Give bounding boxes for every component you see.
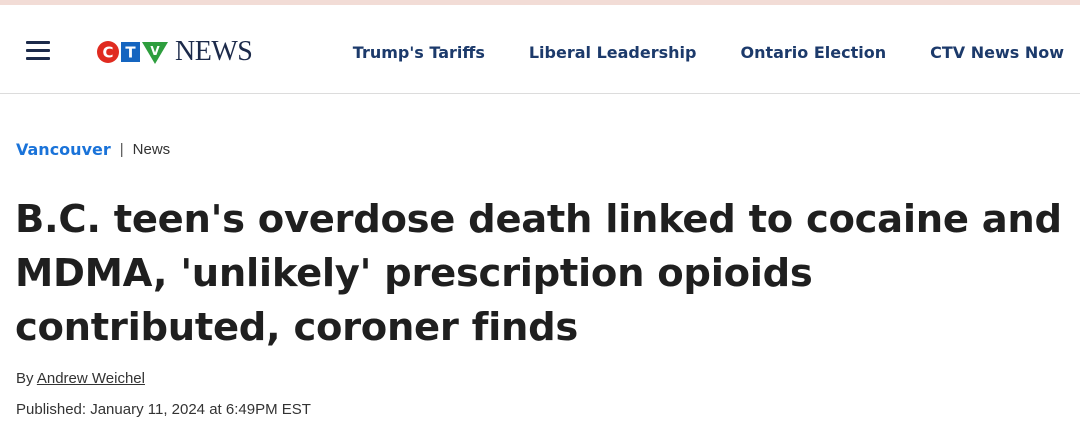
breadcrumb-subsection-link[interactable]: News — [133, 141, 171, 158]
logo-wordmark: NEWS — [175, 36, 253, 67]
logo-letter-c: C — [102, 44, 113, 62]
logo-letter-v: V — [150, 44, 160, 58]
site-header: C T V NEWS Trump's Tariffs Liberal Leade… — [0, 5, 1080, 94]
article-byline: By Andrew Weichel — [16, 370, 145, 387]
ctv-logo-mark: C T V — [97, 41, 168, 64]
nav-link-ctv-news-now[interactable]: CTV News Now — [930, 43, 1064, 62]
breadcrumb-section-link[interactable]: Vancouver — [16, 140, 111, 159]
author-link[interactable]: Andrew Weichel — [37, 370, 145, 387]
top-nav: Trump's Tariffs Liberal Leadership Ontar… — [353, 43, 1064, 62]
breadcrumb: Vancouver | News — [16, 140, 170, 159]
byline-prefix: By — [16, 370, 34, 387]
logo-letter-t: T — [125, 44, 136, 62]
nav-link-ontario-election[interactable]: Ontario Election — [740, 43, 886, 62]
published-timestamp: Published: January 11, 2024 at 6:49PM ES… — [16, 401, 311, 418]
breadcrumb-separator: | — [119, 141, 124, 158]
nav-link-liberal-leadership[interactable]: Liberal Leadership — [529, 43, 697, 62]
article-headline: B.C. teen's overdose death linked to coc… — [15, 197, 1062, 350]
nav-link-trumps-tariffs[interactable]: Trump's Tariffs — [353, 43, 485, 62]
hamburger-menu-icon[interactable] — [26, 39, 50, 61]
ctv-news-logo[interactable]: C T V NEWS — [96, 36, 253, 67]
